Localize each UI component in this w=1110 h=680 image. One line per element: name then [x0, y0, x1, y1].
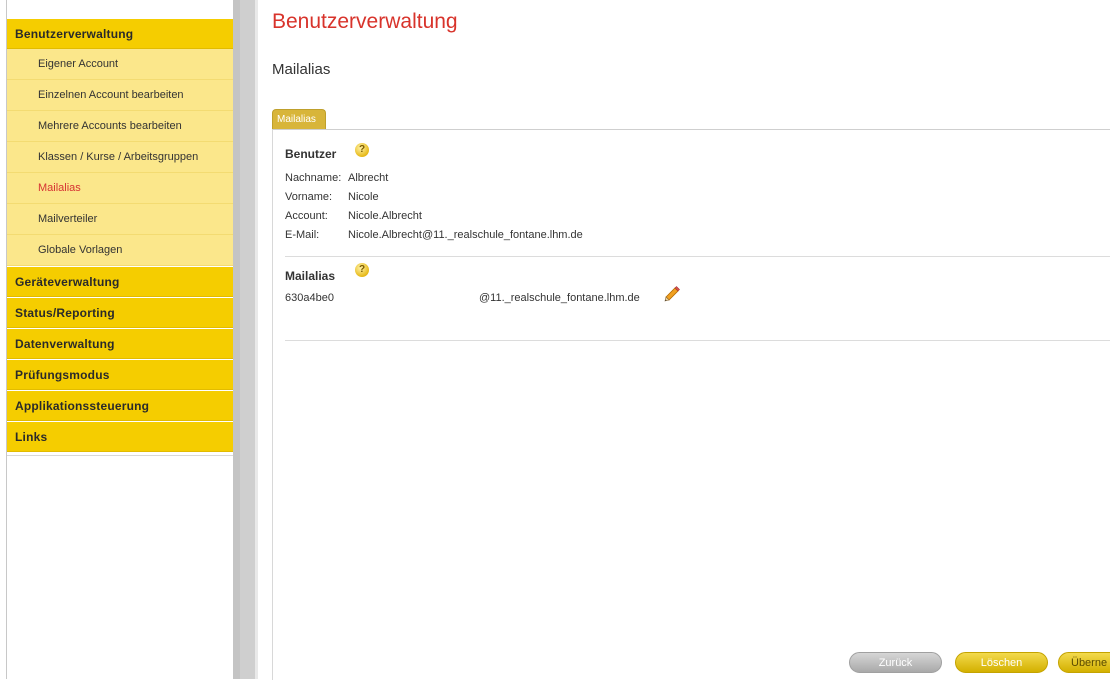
delete-button[interactable]: Löschen	[955, 652, 1048, 673]
sidebar-item-klassen[interactable]: Klassen / Kurse / Arbeitsgruppen	[7, 142, 233, 173]
main-content: Benutzerverwaltung Mailalias Mailalias B…	[258, 0, 1110, 680]
tab-panel: Benutzer ? Nachname: Albrecht Vorname: N…	[272, 129, 1110, 680]
sidebar: Benutzerverwaltung Eigener Account Einze…	[0, 0, 233, 679]
alias-domain: @11._realschule_fontane.lhm.de	[479, 292, 640, 304]
nav-links[interactable]: Links	[7, 422, 233, 452]
sidebar-item-globale-vorlagen[interactable]: Globale Vorlagen	[7, 235, 233, 266]
apply-button[interactable]: Überne	[1058, 652, 1110, 673]
value-account: Nicole.Albrecht	[348, 210, 422, 222]
nav-datenverwaltung[interactable]: Datenverwaltung	[7, 329, 233, 359]
scrollbar-track[interactable]	[233, 0, 240, 679]
alias-section-heading: Mailalias	[285, 269, 336, 283]
sidebar-scroll-gutter[interactable]	[233, 0, 258, 679]
help-icon[interactable]: ?	[355, 263, 369, 277]
value-nachname: Albrecht	[348, 172, 389, 184]
nav-benutzerverwaltung[interactable]: Benutzerverwaltung	[7, 19, 233, 49]
sidebar-item-mailverteiler[interactable]: Mailverteiler	[7, 204, 233, 235]
help-icon[interactable]: ?	[355, 143, 369, 157]
value-email: Nicole.Albrecht@11._realschule_fontane.l…	[348, 229, 583, 241]
nav-geraeteverwaltung[interactable]: Geräteverwaltung	[7, 267, 233, 297]
section-title: Mailalias	[272, 61, 331, 78]
nav-applikationssteuerung[interactable]: Applikationssteuerung	[7, 391, 233, 421]
label-nachname: Nachname:	[285, 172, 342, 184]
sidebar-item-mehrere-accounts[interactable]: Mehrere Accounts bearbeiten	[7, 111, 233, 142]
pencil-icon[interactable]	[663, 285, 681, 303]
label-vorname: Vorname:	[285, 191, 333, 203]
sidebar-item-einzelnen-account[interactable]: Einzelnen Account bearbeiten	[7, 80, 233, 111]
sidebar-item-mailalias[interactable]: Mailalias	[7, 173, 233, 204]
nav-status-reporting[interactable]: Status/Reporting	[7, 298, 233, 328]
label-email: E-Mail:	[285, 229, 320, 241]
back-button[interactable]: Zurück	[849, 652, 942, 673]
nav-pruefungsmodus[interactable]: Prüfungsmodus	[7, 360, 233, 390]
value-vorname: Nicole	[348, 191, 379, 203]
label-account: Account:	[285, 210, 328, 222]
alias-local-part: 630a4be0	[285, 292, 334, 304]
sidebar-item-eigener-account[interactable]: Eigener Account	[7, 49, 233, 80]
section-divider	[285, 256, 1110, 257]
user-section-heading: Benutzer	[285, 147, 337, 161]
tab-mailalias[interactable]: Mailalias	[272, 109, 326, 130]
sidebar-empty-area	[7, 455, 233, 680]
page-title: Benutzerverwaltung	[272, 10, 458, 33]
section-divider	[285, 340, 1110, 341]
